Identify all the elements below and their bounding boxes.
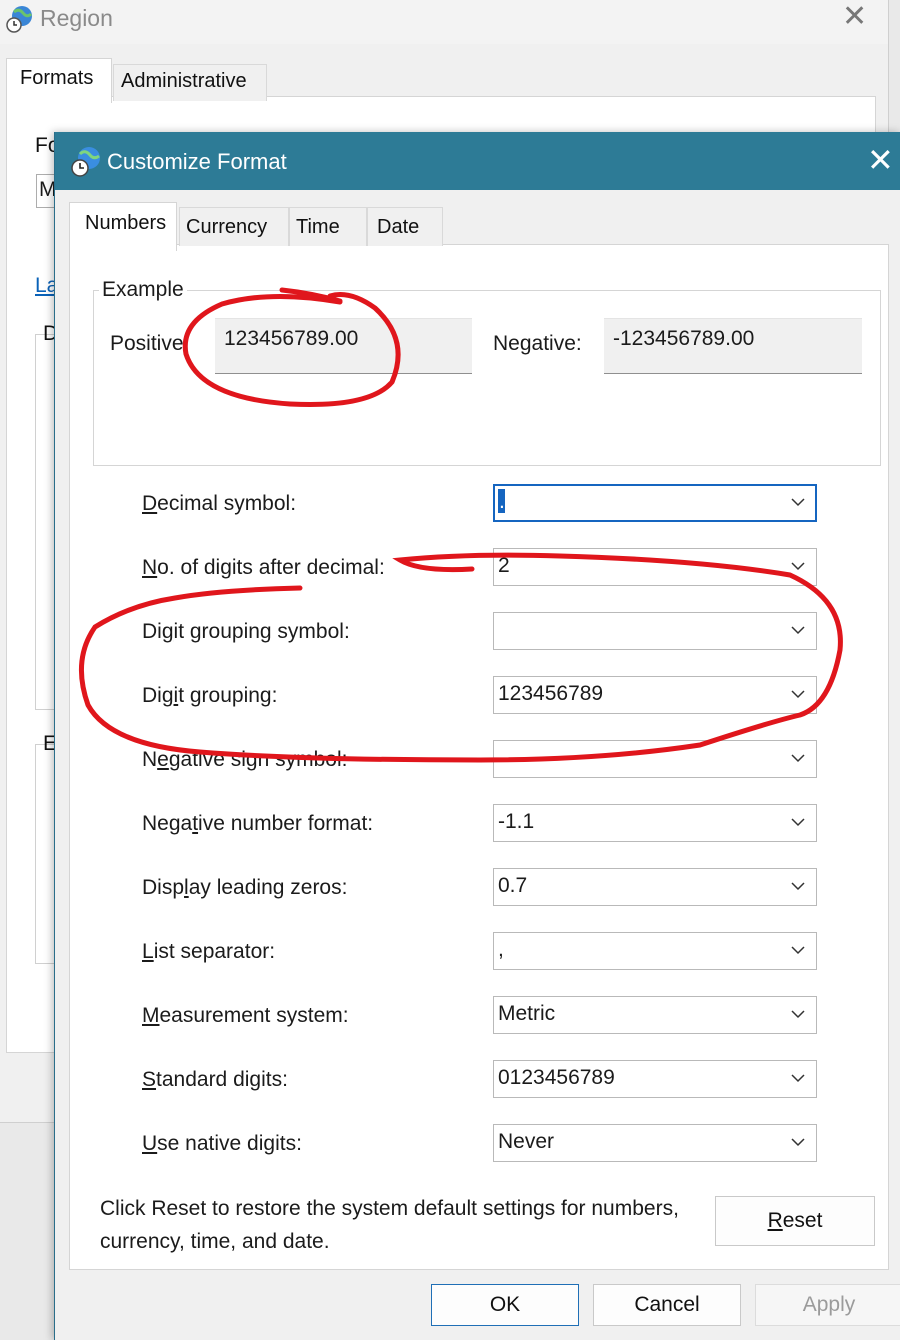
dialog-titlebar: Customize Format ✕ (55, 132, 900, 190)
tab-date[interactable]: Date (367, 207, 443, 246)
ok-button[interactable]: OK (431, 1284, 579, 1326)
chevron-down-icon (791, 946, 805, 955)
customize-format-dialog: Customize Format ✕ Numbers Currency Time… (54, 132, 900, 1340)
tab-formats[interactable]: Formats (6, 58, 112, 103)
chevron-down-icon (791, 754, 805, 763)
tab-label: Time (296, 216, 340, 238)
combo-digits-after-decimal[interactable]: 2 (493, 548, 817, 586)
chevron-down-icon (791, 1138, 805, 1147)
combo-value: . (498, 488, 505, 513)
label-display-leading-zeros: Display leading zeros: (142, 876, 348, 899)
reset-label: eset (782, 1209, 823, 1232)
region-titlebar: Region ✕ (0, 0, 888, 44)
tab-numbers[interactable]: Numbers (69, 202, 177, 251)
combo-measurement-system[interactable]: Metric (493, 996, 817, 1034)
chevron-down-icon (791, 562, 805, 571)
reset-button[interactable]: Reset (715, 1196, 875, 1246)
combo-negative-number-format[interactable]: -1.1 (493, 804, 817, 842)
combo-negative-sign-symbol[interactable] (493, 740, 817, 778)
example-group (93, 290, 881, 466)
globe-clock-icon (6, 6, 33, 33)
combo-value: , (498, 938, 504, 961)
cancel-button[interactable]: Cancel (593, 1284, 741, 1326)
label-standard-digits: Standard digits: (142, 1068, 288, 1091)
positive-label: Positive: (110, 332, 190, 355)
chevron-down-icon (791, 818, 805, 827)
label-measurement-system: Measurement system: (142, 1004, 349, 1027)
dialog-title: Customize Format (107, 149, 287, 174)
combo-use-native-digits[interactable]: Never (493, 1124, 817, 1162)
chevron-down-icon (791, 882, 805, 891)
tab-label: Numbers (85, 212, 167, 234)
combo-value: Metric (498, 1002, 556, 1025)
combo-decimal-symbol[interactable]: . (493, 484, 817, 522)
combo-digit-grouping[interactable]: 123456789 (493, 676, 817, 714)
combo-standard-digits[interactable]: 0123456789 (493, 1060, 817, 1098)
tab-label: Formats (20, 67, 94, 89)
negative-example-box: -123456789.00 (604, 318, 862, 374)
combo-display-leading-zeros[interactable]: 0.7 (493, 868, 817, 906)
close-icon[interactable]: ✕ (867, 144, 894, 176)
tab-label: Date (377, 216, 420, 238)
close-icon[interactable]: ✕ (842, 2, 867, 32)
combo-list-separator[interactable]: , (493, 932, 817, 970)
label-use-native-digits: Use native digits: (142, 1132, 302, 1155)
combo-value: -1.1 (498, 810, 535, 833)
label-digit-grouping: Digit grouping: (142, 684, 278, 707)
reset-description: Click Reset to restore the system defaul… (100, 1197, 679, 1253)
tab-currency[interactable]: Currency (179, 207, 289, 246)
positive-example-value: 123456789.00 (224, 327, 359, 350)
combo-value: Never (498, 1130, 555, 1153)
combo-value: 2 (498, 554, 510, 577)
positive-example-box: 123456789.00 (215, 318, 472, 374)
tab-administrative[interactable]: Administrative (113, 64, 267, 101)
combo-value: 123456789 (498, 682, 604, 705)
tab-label: Currency (186, 216, 268, 238)
tab-time[interactable]: Time (289, 207, 367, 246)
region-window-title: Region (40, 5, 113, 31)
combo-value: 0.7 (498, 874, 528, 897)
chevron-down-icon (791, 498, 805, 507)
label-decimal-symbol: Decimal symbol: (142, 492, 297, 515)
example-legend: Example (99, 278, 187, 302)
apply-button[interactable]: Apply (755, 1284, 900, 1326)
combo-value: 0123456789 (498, 1066, 615, 1089)
globe-clock-icon (71, 147, 100, 177)
combo-digit-grouping-symbol[interactable] (493, 612, 817, 650)
negative-example-value: -123456789.00 (613, 327, 755, 350)
reset-mnemonic: R (767, 1209, 783, 1232)
tab-label: Administrative (121, 70, 247, 92)
label-digit-grouping-symbol: Digit grouping symbol: (142, 620, 350, 643)
chevron-down-icon (791, 1010, 805, 1019)
label-negative-sign-symbol: Negative sign symbol: (142, 748, 348, 771)
label-negative-number-format: Negative number format: (142, 812, 374, 835)
negative-label: Negative: (493, 332, 582, 355)
chevron-down-icon (791, 1074, 805, 1083)
label-list-separator: List separator: (142, 940, 276, 963)
label-digits-after-decimal: No. of digits after decimal: (142, 556, 385, 579)
chevron-down-icon (791, 626, 805, 635)
chevron-down-icon (791, 690, 805, 699)
